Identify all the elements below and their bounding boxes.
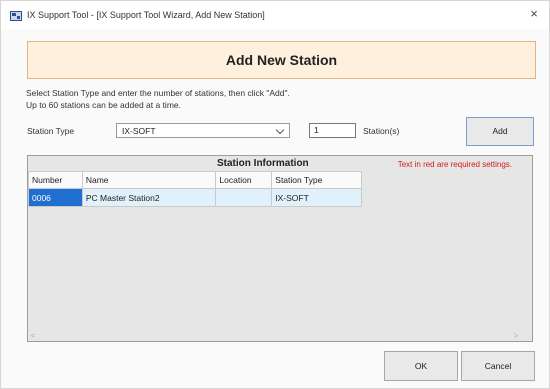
cell-name[interactable]: PC Master Station2 bbox=[81, 188, 217, 207]
add-button[interactable]: Add bbox=[466, 117, 534, 146]
required-settings-note: Text in red are required settings. bbox=[397, 160, 512, 169]
cancel-button[interactable]: Cancel bbox=[461, 351, 535, 381]
station-information-panel: Station Information Text in red are requ… bbox=[27, 155, 533, 342]
column-header-name[interactable]: Name bbox=[81, 171, 217, 189]
station-type-label: Station Type bbox=[27, 126, 75, 136]
station-count-suffix: Station(s) bbox=[363, 126, 400, 136]
instruction-line-1: Select Station Type and enter the number… bbox=[26, 88, 290, 98]
column-header-location[interactable]: Location bbox=[215, 171, 273, 189]
horizontal-scrollbar[interactable]: < > bbox=[28, 331, 532, 341]
station-table: Number Name Location Station Type 0006 P… bbox=[28, 171, 362, 207]
app-icon bbox=[10, 11, 22, 21]
panel-title: Station Information bbox=[217, 158, 309, 169]
ok-button[interactable]: OK bbox=[384, 351, 458, 381]
cell-number[interactable]: 0006 bbox=[28, 188, 83, 207]
title-bar: IX Support Tool - [IX Support Tool Wizar… bbox=[1, 1, 549, 29]
station-type-select[interactable]: IX-SOFT bbox=[116, 123, 290, 138]
instruction-line-2: Up to 60 stations can be added at a time… bbox=[26, 100, 181, 110]
column-header-station-type[interactable]: Station Type bbox=[271, 171, 362, 189]
panel-title-bar: Station Information Text in red are requ… bbox=[28, 156, 532, 171]
page-title: Add New Station bbox=[225, 52, 338, 68]
table-header-row: Number Name Location Station Type bbox=[28, 171, 362, 189]
wizard-window: IX Support Tool - [IX Support Tool Wizar… bbox=[0, 0, 550, 389]
column-header-number[interactable]: Number bbox=[28, 171, 83, 189]
station-type-value: IX-SOFT bbox=[122, 126, 156, 136]
scroll-left-icon[interactable]: < bbox=[31, 333, 35, 340]
chevron-down-icon[interactable] bbox=[275, 125, 285, 135]
table-row[interactable]: 0006 PC Master Station2 IX-SOFT bbox=[28, 188, 362, 207]
station-count-input[interactable]: 1 bbox=[309, 123, 356, 138]
cell-station-type[interactable]: IX-SOFT bbox=[271, 188, 362, 207]
close-icon[interactable]: × bbox=[527, 6, 541, 22]
window-title: IX Support Tool - [IX Support Tool Wizar… bbox=[27, 10, 265, 20]
cell-location[interactable] bbox=[215, 188, 273, 207]
header-banner: Add New Station bbox=[27, 41, 536, 79]
scroll-right-icon[interactable]: > bbox=[514, 333, 518, 340]
